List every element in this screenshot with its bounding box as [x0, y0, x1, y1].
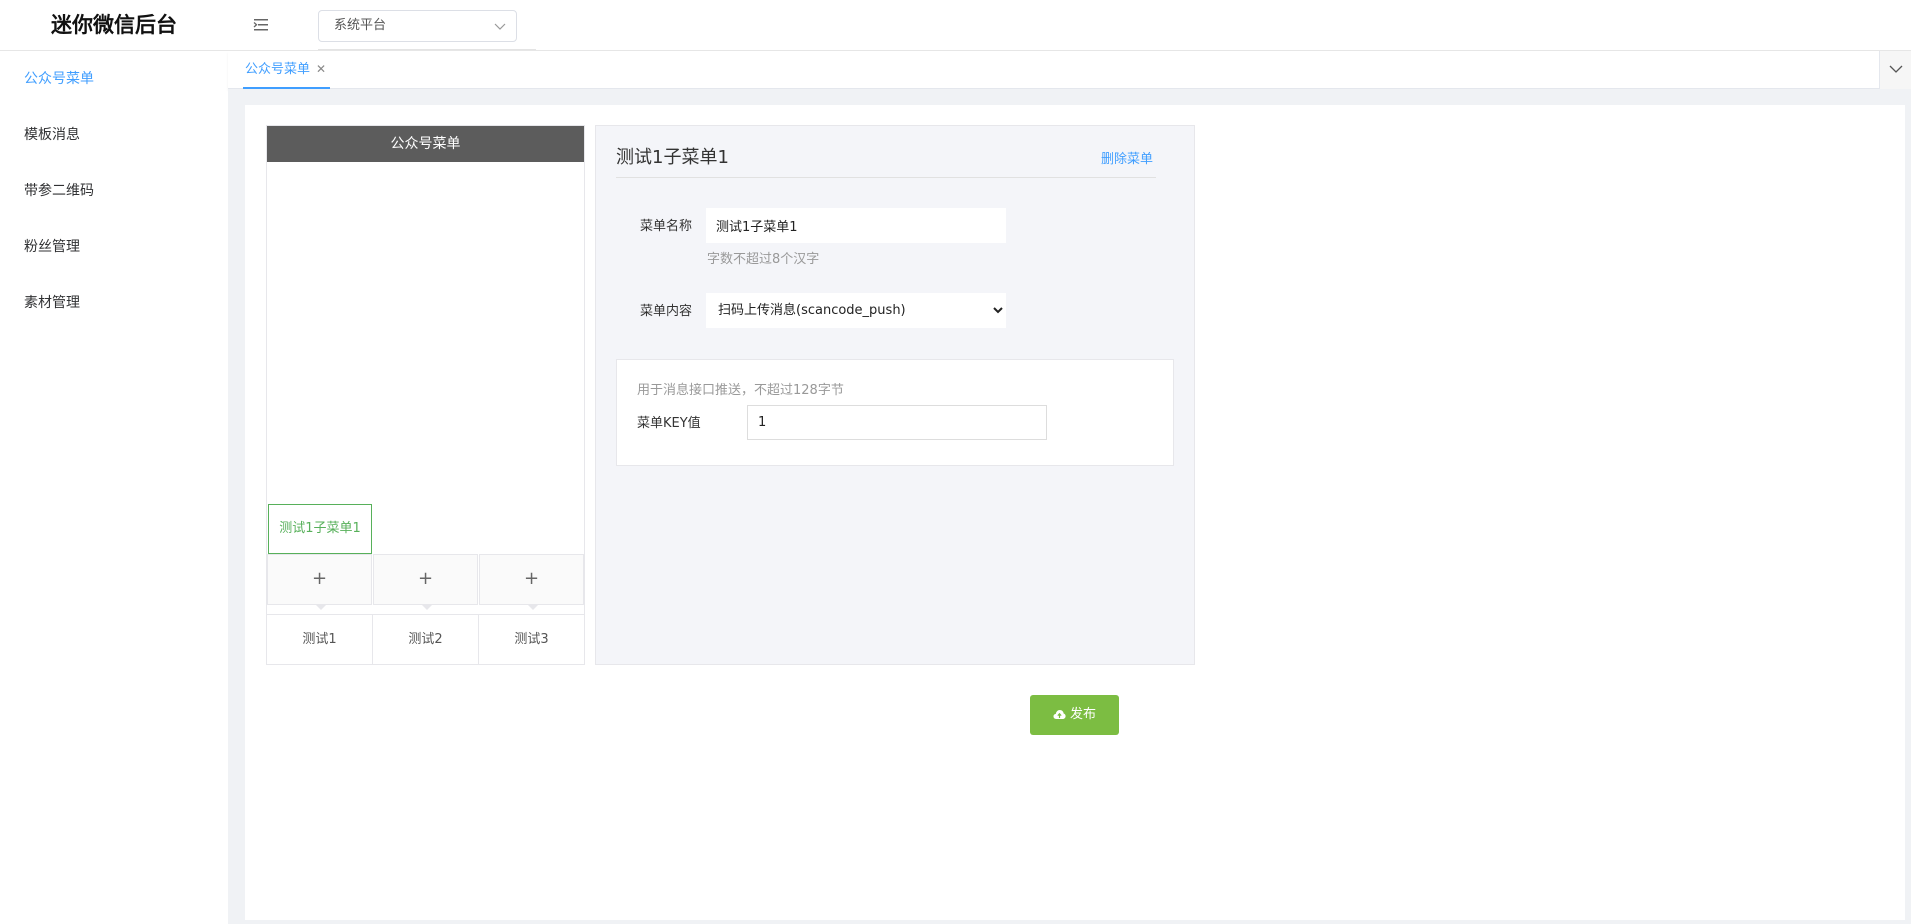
- app-title: 迷你微信后台: [51, 13, 177, 37]
- top-header: 迷你微信后台 系统平台: [0, 0, 1911, 51]
- publish-button[interactable]: 发布: [1030, 695, 1119, 735]
- chevron-down-icon: [494, 23, 506, 30]
- menu-name-hint: 字数不超过8个汉字: [707, 252, 820, 267]
- publish-label: 发布: [1069, 707, 1096, 722]
- add-submenu-button[interactable]: +: [267, 554, 372, 610]
- editor-divider: [616, 177, 1156, 178]
- menu-name-input[interactable]: [706, 208, 1006, 243]
- menu-key-label: 菜单KEY值: [637, 416, 701, 431]
- menu-name-label: 菜单名称: [640, 219, 693, 234]
- platform-select-value: 系统平台: [334, 18, 387, 33]
- close-icon[interactable]: ✕: [316, 51, 326, 87]
- sidebar: 公众号菜单 模板消息 带参二维码 粉丝管理 素材管理: [0, 51, 228, 924]
- menu-key-box: 用于消息接口推送，不超过128字节 菜单KEY值: [616, 359, 1174, 466]
- preview-header: 公众号菜单: [267, 126, 584, 162]
- main-menu-item[interactable]: 测试1: [267, 614, 373, 665]
- menu-key-input[interactable]: [747, 405, 1047, 440]
- sidebar-item-qrcode[interactable]: 带参二维码: [0, 163, 228, 219]
- add-submenu-button[interactable]: +: [373, 554, 478, 610]
- tabs-dropdown-button[interactable]: [1879, 51, 1911, 89]
- delete-menu-link[interactable]: 删除菜单: [1101, 148, 1153, 167]
- chevron-down-icon: [1889, 65, 1903, 73]
- tab-label: 公众号菜单: [245, 62, 311, 77]
- main-menu-item[interactable]: 测试3: [479, 614, 584, 665]
- tabs-bar: 公众号菜单 ✕: [228, 51, 1911, 89]
- sidebar-item-template-message[interactable]: 模板消息: [0, 107, 228, 163]
- header-divider: [318, 49, 536, 50]
- menu-preview: 公众号菜单 测试1子菜单1 + + + 测试1 测试2 测试3: [266, 125, 585, 665]
- menu-content-label: 菜单内容: [640, 304, 693, 319]
- menu-key-hint: 用于消息接口推送，不超过128字节: [637, 383, 844, 398]
- main-menu-item[interactable]: 测试2: [373, 614, 479, 665]
- editor-title: 测试1子菜单1: [616, 147, 729, 168]
- sidebar-item-materials[interactable]: 素材管理: [0, 275, 228, 331]
- menu-toggle-icon[interactable]: [252, 16, 270, 34]
- tab-wechat-menu[interactable]: 公众号菜单 ✕: [243, 51, 331, 89]
- menu-content-select[interactable]: 扫码上传消息(scancode_push): [706, 293, 1006, 328]
- sidebar-item-fans[interactable]: 粉丝管理: [0, 219, 228, 275]
- menu-editor: 测试1子菜单1 删除菜单 菜单名称 字数不超过8个汉字 菜单内容 扫码上传消息(…: [595, 125, 1195, 665]
- add-submenu-button[interactable]: +: [479, 554, 584, 610]
- cloud-upload-icon: [1053, 710, 1066, 719]
- active-submenu-item[interactable]: 测试1子菜单1: [268, 504, 372, 554]
- platform-select[interactable]: 系统平台: [318, 10, 517, 42]
- sidebar-item-wechat-menu[interactable]: 公众号菜单: [0, 51, 228, 107]
